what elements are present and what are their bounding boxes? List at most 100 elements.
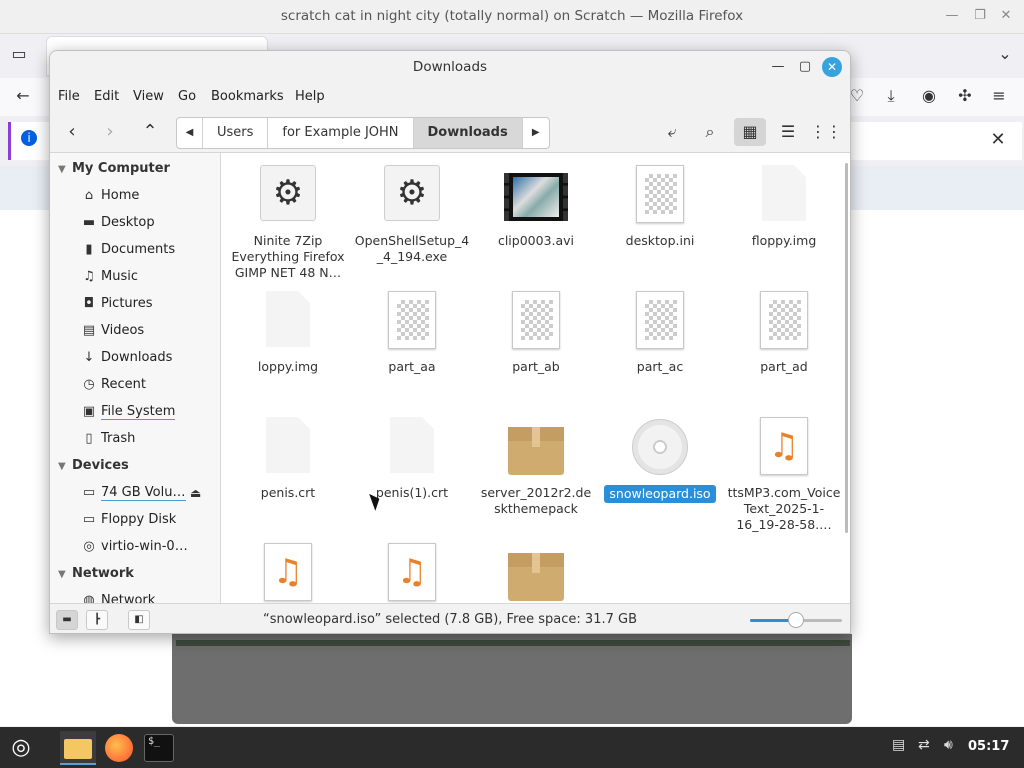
file-item[interactable]: ⚙ Ninite 7Zip Everything Firefox GIMP NET… (226, 165, 350, 281)
info-icon: i (21, 130, 37, 146)
sidebar-item-documents[interactable]: ▮ Documents (80, 242, 175, 257)
sidebar-item-floppy[interactable]: ▭ Floppy Disk (80, 512, 176, 527)
list-tabs-icon[interactable]: ⌄ (994, 44, 1016, 66)
back-icon[interactable]: ← (12, 86, 34, 108)
menu-icon[interactable]: ≡ (988, 86, 1010, 108)
sidebar-item-desktop[interactable]: ▬ Desktop (80, 215, 155, 230)
clock[interactable]: 05:17 (968, 739, 1009, 754)
close-notification-icon[interactable]: ✕ (987, 130, 1009, 152)
breadcrumb-downloads[interactable]: Downloads (413, 118, 523, 148)
up-icon[interactable]: ⌃ (136, 118, 164, 146)
file-item[interactable]: server_2012r2.deskthemepack (474, 417, 598, 517)
menu-view[interactable]: View (133, 89, 164, 104)
start-menu-icon[interactable]: ◎ (4, 731, 38, 765)
forward-icon[interactable]: › (96, 118, 124, 146)
file-icon (722, 165, 846, 227)
close-icon[interactable]: ✕ (822, 57, 842, 77)
file-item[interactable]: part_ab (474, 291, 598, 375)
zoom-slider[interactable] (750, 612, 842, 628)
file-item[interactable]: part_ac (598, 291, 722, 375)
scrollbar[interactable] (845, 163, 848, 533)
minimize-icon[interactable]: — (770, 59, 786, 75)
maximize-icon[interactable]: ▢ (797, 59, 813, 75)
minimize-icon[interactable]: — (944, 8, 960, 24)
disc-icon: ◎ (83, 539, 95, 554)
sidebar-item-downloads[interactable]: ↓ Downloads (80, 350, 173, 365)
sidebar-section-my-computer[interactable]: ▼ My Computer (58, 161, 170, 176)
sidebar-item-trash[interactable]: ▯ Trash (80, 431, 135, 446)
compact-view-icon[interactable]: ⋮⋮ (810, 118, 842, 146)
sidebar-item-network[interactable]: ◍ Network (80, 593, 155, 603)
sidebar-item-virtio[interactable]: ◎ virtio-win-0… (80, 539, 187, 554)
sidebar-item-file-system[interactable]: ▣ File System (80, 404, 176, 420)
menu-bookmarks[interactable]: Bookmarks (211, 89, 284, 104)
file-icon (598, 165, 722, 227)
file-icon: ♫ (226, 543, 350, 603)
menu-edit[interactable]: Edit (94, 89, 119, 104)
file-item[interactable]: loppy.img (226, 291, 350, 375)
sidebar-item-home[interactable]: ⌂ Home (80, 188, 140, 203)
breadcrumb-user-home[interactable]: for Example JOHN (268, 118, 414, 148)
clipboard-icon[interactable]: ▤ (892, 737, 905, 753)
extensions-icon[interactable]: ✣ (954, 86, 976, 108)
volume-icon[interactable]: 🔊︎ (944, 737, 953, 753)
sidebar-item-recent[interactable]: ◷ Recent (80, 377, 146, 392)
taskbar: ◎ $_ ▤ ⇄ 🔊︎ 05:17 (0, 727, 1024, 768)
breadcrumb-left-arrow-icon[interactable]: ◀ (177, 118, 203, 148)
network-status-icon[interactable]: ⇄ (918, 737, 930, 753)
close-icon[interactable]: ✕ (998, 8, 1014, 24)
sidebar-item-pictures[interactable]: ◘ Pictures (80, 296, 153, 311)
terminal-icon: $_ (144, 734, 174, 762)
file-item[interactable]: ⚙ OpenShellSetup_4_4_194.exe (350, 165, 474, 265)
breadcrumb: ◀ Users for Example JOHN Downloads ▶ (176, 117, 550, 149)
file-item[interactable] (474, 543, 598, 603)
file-item[interactable]: floppy.img (722, 165, 846, 249)
sidebar-item-volume[interactable]: ▭ 74 GB Volu… (80, 485, 186, 501)
eject-icon[interactable]: ⏏ (190, 486, 201, 500)
file-icon: ⚙ (226, 165, 350, 227)
file-name: snowleopard.iso (604, 485, 716, 503)
tab-overview-icon[interactable]: ▭ (8, 44, 30, 66)
menu-file[interactable]: File (58, 89, 80, 104)
window-titlebar[interactable]: Downloads — ▢ ✕ (50, 51, 850, 83)
file-item[interactable]: ♫ (226, 543, 350, 603)
file-item[interactable]: part_ad (722, 291, 846, 375)
files-app-icon[interactable] (60, 731, 96, 765)
sidebar-section-network[interactable]: ▼ Network (58, 566, 134, 581)
menu-go[interactable]: Go (178, 89, 196, 104)
expand-icon: ▼ (58, 164, 66, 175)
floppy-icon: ▭ (82, 512, 96, 527)
file-item[interactable]: desktop.ini (598, 165, 722, 249)
file-item[interactable]: part_aa (350, 291, 474, 375)
sidebar-item-videos[interactable]: ▤ Videos (80, 323, 144, 338)
zoom-slider-handle[interactable] (788, 612, 804, 628)
file-item[interactable]: ♫ (350, 543, 474, 603)
file-item[interactable]: penis.crt (226, 417, 350, 501)
file-name: server_2012r2.deskthemepack (480, 485, 592, 516)
breadcrumb-right-arrow-icon[interactable]: ▶ (523, 118, 549, 148)
file-item[interactable]: clip0003.avi (474, 165, 598, 249)
menu-help[interactable]: Help (295, 89, 325, 104)
file-icon: ♫ (350, 543, 474, 603)
file-name: OpenShellSetup_4_4_194.exe (354, 233, 470, 264)
sidebar-section-devices[interactable]: ▼ Devices (58, 458, 129, 473)
breadcrumb-users[interactable]: Users (203, 118, 269, 148)
firefox-title: scratch cat in night city (totally norma… (280, 8, 744, 24)
toggle-location-icon[interactable]: ⤶ (656, 118, 688, 146)
account-icon[interactable]: ◉ (918, 86, 940, 108)
icon-view-icon[interactable]: ▦ (734, 118, 766, 146)
file-item[interactable]: ♫ ttsMP3.com_VoiceText_2025-1-16_19-28-58… (722, 417, 846, 533)
file-item[interactable]: snowleopard.iso (598, 417, 722, 503)
back-icon[interactable]: ‹ (58, 118, 86, 146)
terminal-app-icon[interactable]: $_ (142, 731, 176, 765)
maximize-icon[interactable]: ❐ (972, 8, 988, 24)
video-thumbnail-icon (504, 173, 568, 221)
file-name: clip0003.avi (497, 233, 575, 248)
download-icon[interactable]: ⤓ (880, 86, 902, 108)
firefox-app-icon[interactable] (102, 731, 136, 765)
file-item[interactable]: penis(1).crt (350, 417, 474, 501)
sidebar-item-music[interactable]: ♫ Music (80, 269, 138, 284)
list-view-icon[interactable]: ☰ (772, 118, 804, 146)
search-icon[interactable]: ⌕ (694, 118, 726, 146)
file-icon (350, 291, 474, 353)
